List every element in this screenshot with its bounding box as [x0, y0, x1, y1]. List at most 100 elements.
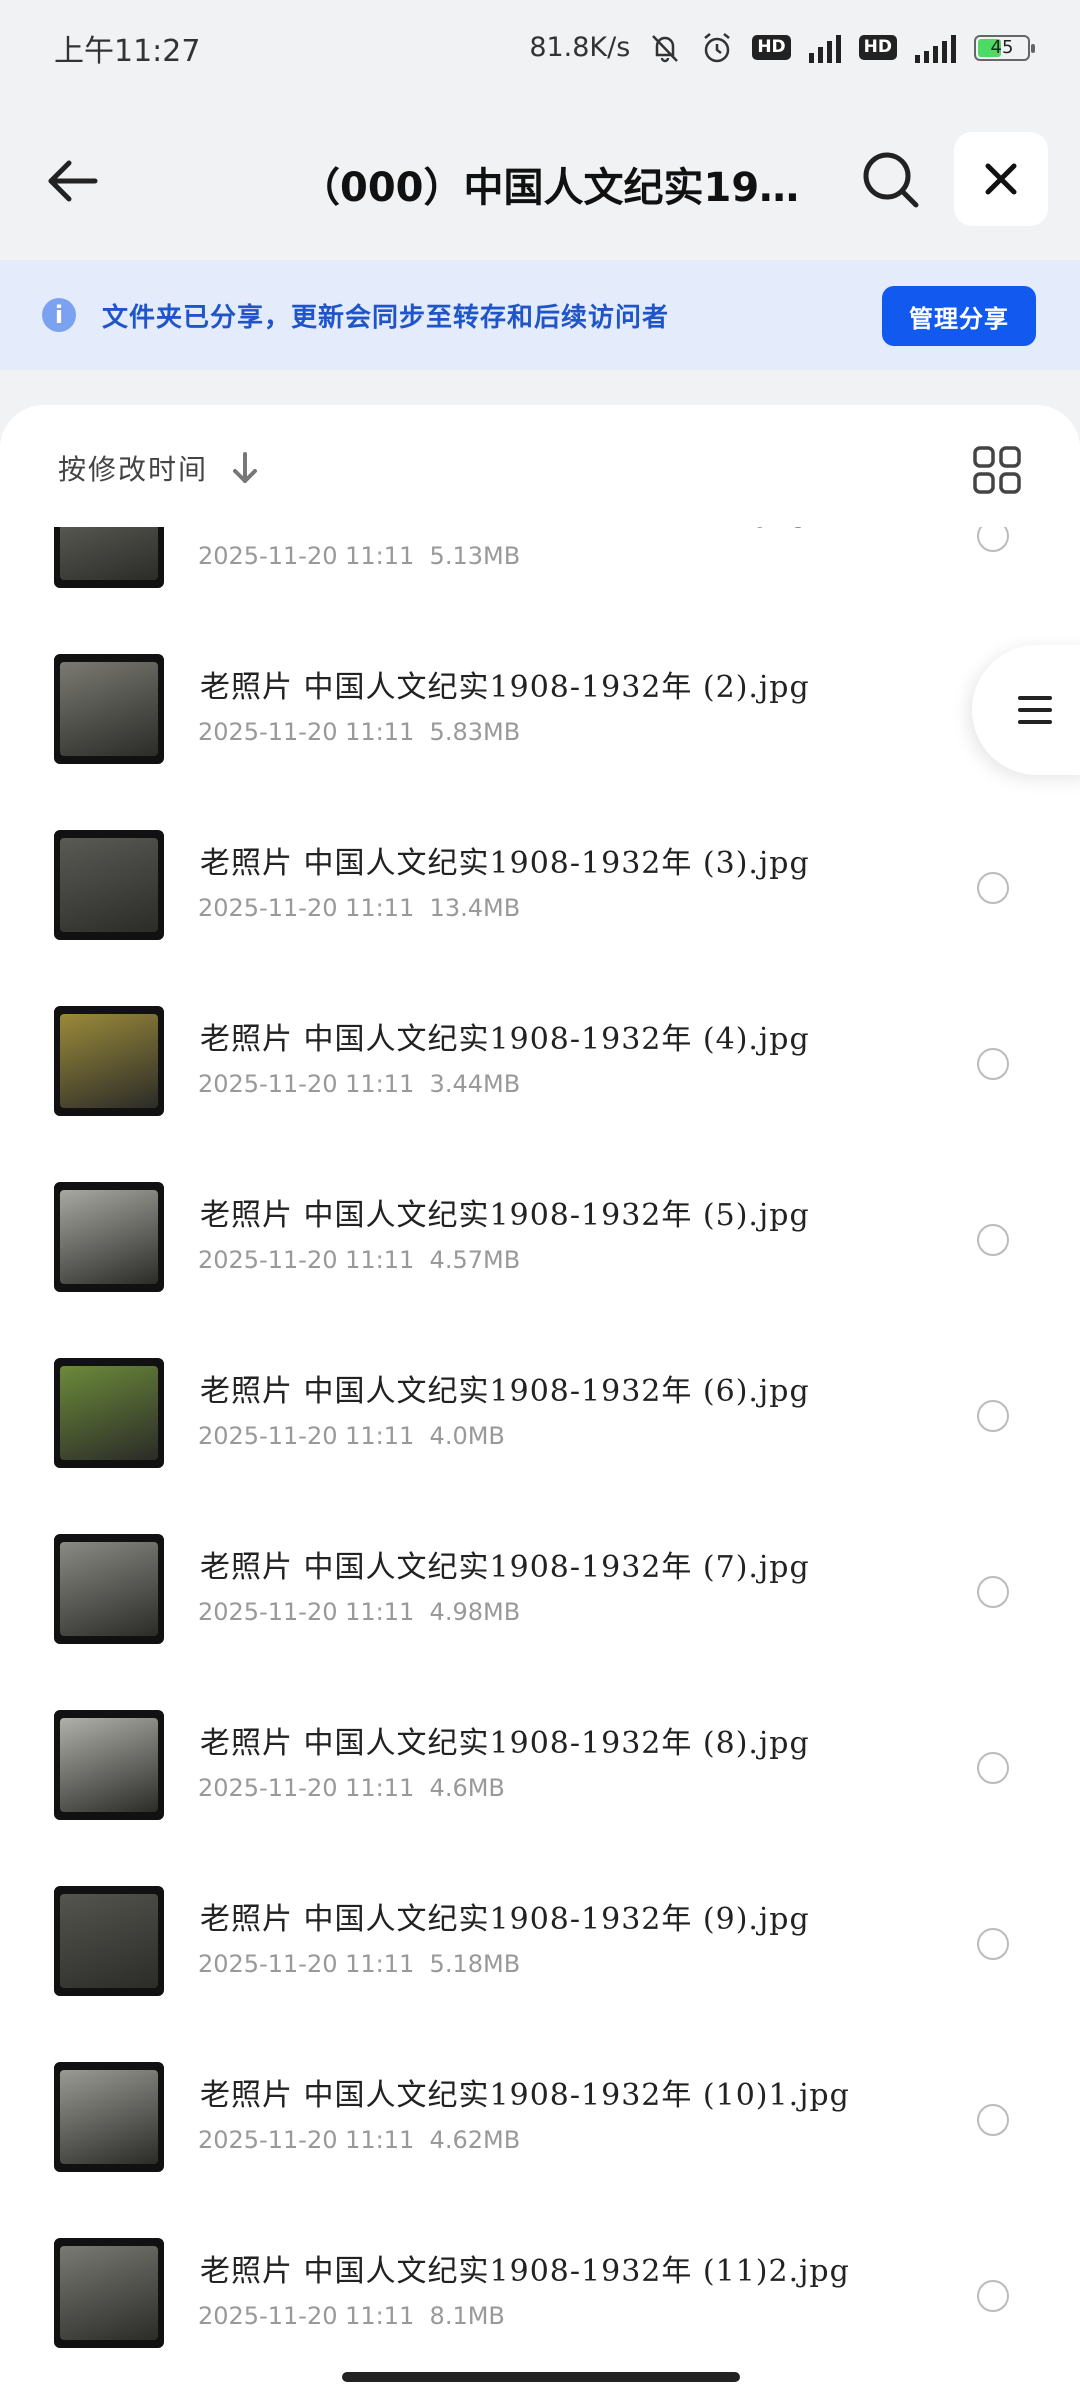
network-speed: 81.8K/s: [529, 32, 631, 63]
file-date: 2025-11-20 11:11: [198, 2302, 415, 2330]
file-row[interactable]: 老照片 中国人文纪实1908-1932年 (3).jpg 2025-11-20 1…: [0, 830, 1080, 1006]
file-name: 老照片 中国人文纪实1908-1932年 (3).jpg: [200, 846, 810, 881]
file-thumbnail: [54, 2062, 164, 2172]
file-date-size-gap: [414, 2302, 429, 2330]
file-row[interactable]: 老照片 中国人文纪实1908-1932年 (9).jpg 2025-11-20 1…: [0, 1886, 1080, 2062]
select-radio[interactable]: [977, 1752, 1009, 1784]
file-size: 4.98MB: [429, 1598, 521, 1626]
photo-preview: [60, 2246, 158, 2340]
file-date: 2025-11-20 11:11: [198, 2126, 415, 2154]
file-thumbnail: [54, 1006, 164, 1116]
file-row[interactable]: 老照片 中国人文纪实1908-1932年 (5).jpg 2025-11-20 1…: [0, 1182, 1080, 1358]
file-thumbnail: [54, 1182, 164, 1292]
file-date-size-gap: [414, 542, 429, 570]
file-date: 2025-11-20 11:11: [198, 1950, 415, 1978]
file-name: 老照片 中国人文纪实1908-1932年 (10)1.jpg: [200, 2078, 850, 2113]
file-size: 4.62MB: [429, 2126, 521, 2154]
file-name: 老照片 中国人文纪实1908-1932年 (8).jpg: [200, 1726, 810, 1761]
alarm-icon: [704, 32, 731, 62]
file-meta: 2025-11-20 11:11 5.13MB: [198, 542, 520, 570]
select-radio[interactable]: [977, 2104, 1009, 2136]
signal-5g-icon: [915, 33, 956, 63]
select-radio[interactable]: [977, 1224, 1009, 1256]
file-thumbnail: [54, 654, 164, 764]
photo-preview: [60, 1014, 158, 1108]
file-size: 5.13MB: [429, 542, 521, 570]
file-name: 老照片 中国人文纪实1908-1932年 (2).jpg: [200, 670, 810, 705]
file-thumbnail: [54, 830, 164, 940]
file-date-size-gap: [414, 1774, 429, 1802]
file-date: 2025-11-20 11:11: [198, 1598, 415, 1626]
file-date: 2025-11-20 11:11: [198, 1070, 415, 1098]
file-date-size-gap: [414, 2126, 429, 2154]
status-icons: 81.8K/s HD HD 45: [529, 31, 1035, 65]
menu-icon: [1018, 696, 1052, 724]
file-row[interactable]: 老照片 中国人文纪实1908-1932年 (7).jpg 2025-11-20 1…: [0, 1534, 1080, 1710]
file-date-size-gap: [414, 1246, 429, 1274]
file-meta: 2025-11-20 11:11 4.6MB: [198, 1774, 505, 1802]
info-icon: i: [42, 298, 76, 332]
file-date-size-gap: [414, 1950, 429, 1978]
file-row[interactable]: 老照片 中国人文纪实1908-1932年 (6).jpg 2025-11-20 1…: [0, 1358, 1080, 1534]
file-size: 8.1MB: [429, 2302, 505, 2330]
photo-preview: [60, 1718, 158, 1812]
select-radio[interactable]: [977, 872, 1009, 904]
select-radio[interactable]: [977, 1048, 1009, 1080]
photo-preview: [60, 1190, 158, 1284]
file-name: 老照片 中国人文纪实1908-1932年 (11)2.jpg: [200, 2254, 850, 2289]
file-size: 5.18MB: [429, 1950, 521, 1978]
select-radio[interactable]: [977, 1928, 1009, 1960]
file-date: 2025-11-20 11:11: [198, 542, 415, 570]
file-name: 老照片 中国人文纪实1908-1932年 (4).jpg: [200, 1022, 810, 1057]
file-date-size-gap: [414, 894, 429, 922]
file-list-card: 老照片 中国人文纪实1908-1932年 (1).jpg2025-11-20 1…: [0, 405, 1080, 2400]
file-meta: 2025-11-20 11:11 4.0MB: [198, 1422, 505, 1450]
home-indicator[interactable]: [342, 2372, 740, 2382]
file-row[interactable]: 老照片 中国人文纪实1908-1932年 (2).jpg 2025-11-20 1…: [0, 654, 1080, 830]
manage-share-button[interactable]: 管理分享: [882, 286, 1036, 346]
file-meta: 2025-11-20 11:11 5.83MB: [198, 718, 520, 746]
file-size: 13.4MB: [429, 894, 521, 922]
battery-level: 45: [990, 36, 1014, 58]
file-date: 2025-11-20 11:11: [198, 1774, 415, 1802]
file-size: 5.83MB: [429, 718, 521, 746]
share-banner: i 文件夹已分享，更新会同步至转存和后续访问者 管理分享: [0, 260, 1080, 370]
file-size: 4.6MB: [429, 1774, 505, 1802]
file-name: 老照片 中国人文纪实1908-1932年 (6).jpg: [200, 1374, 810, 1409]
photo-preview: [60, 2070, 158, 2164]
photo-preview: [60, 1366, 158, 1460]
file-thumbnail: [54, 1710, 164, 1820]
file-name: 老照片 中国人文纪实1908-1932年 (9).jpg: [200, 1902, 810, 1937]
sort-control[interactable]: 按修改时间: [58, 443, 260, 493]
battery-icon: 45: [974, 34, 1035, 61]
grid-view-icon[interactable]: [972, 445, 1022, 495]
file-meta: 2025-11-20 11:11 4.57MB: [198, 1246, 520, 1274]
select-radio[interactable]: [977, 1576, 1009, 1608]
file-meta: 2025-11-20 11:11 13.4MB: [198, 894, 520, 922]
sort-label: 按修改时间: [58, 453, 209, 486]
file-row[interactable]: 老照片 中国人文纪实1908-1932年 (4).jpg 2025-11-20 1…: [0, 1006, 1080, 1182]
photo-preview: [60, 1894, 158, 1988]
file-date: 2025-11-20 11:11: [198, 1246, 415, 1274]
file-thumbnail: [54, 1358, 164, 1468]
file-meta: 2025-11-20 11:11 5.18MB: [198, 1950, 520, 1978]
select-radio[interactable]: [977, 2280, 1009, 2312]
hd-badge-2: HD: [858, 35, 897, 60]
hd-badge: HD: [752, 35, 791, 60]
file-meta: 2025-11-20 11:11 3.44MB: [198, 1070, 520, 1098]
file-row[interactable]: 老照片 中国人文纪实1908-1932年 (8).jpg 2025-11-20 1…: [0, 1710, 1080, 1886]
sort-down-arrow-icon: [233, 452, 258, 483]
file-row[interactable]: 老照片 中国人文纪实1908-1932年 (10)1.jpg 2025-11-20…: [0, 2062, 1080, 2238]
select-radio[interactable]: [977, 1400, 1009, 1432]
page-title: （000）中国人文纪实19…: [300, 165, 800, 211]
file-date-size-gap: [414, 1598, 429, 1626]
search-icon[interactable]: [858, 147, 922, 211]
photo-preview: [60, 662, 158, 756]
photo-preview: [60, 838, 158, 932]
file-date: 2025-11-20 11:11: [198, 718, 415, 746]
photo-preview: [60, 1542, 158, 1636]
close-button[interactable]: [954, 132, 1048, 226]
back-arrow-icon[interactable]: [45, 153, 101, 209]
signal-4g-icon: [808, 33, 841, 63]
share-banner-text: 文件夹已分享，更新会同步至转存和后续访问者: [102, 302, 670, 333]
